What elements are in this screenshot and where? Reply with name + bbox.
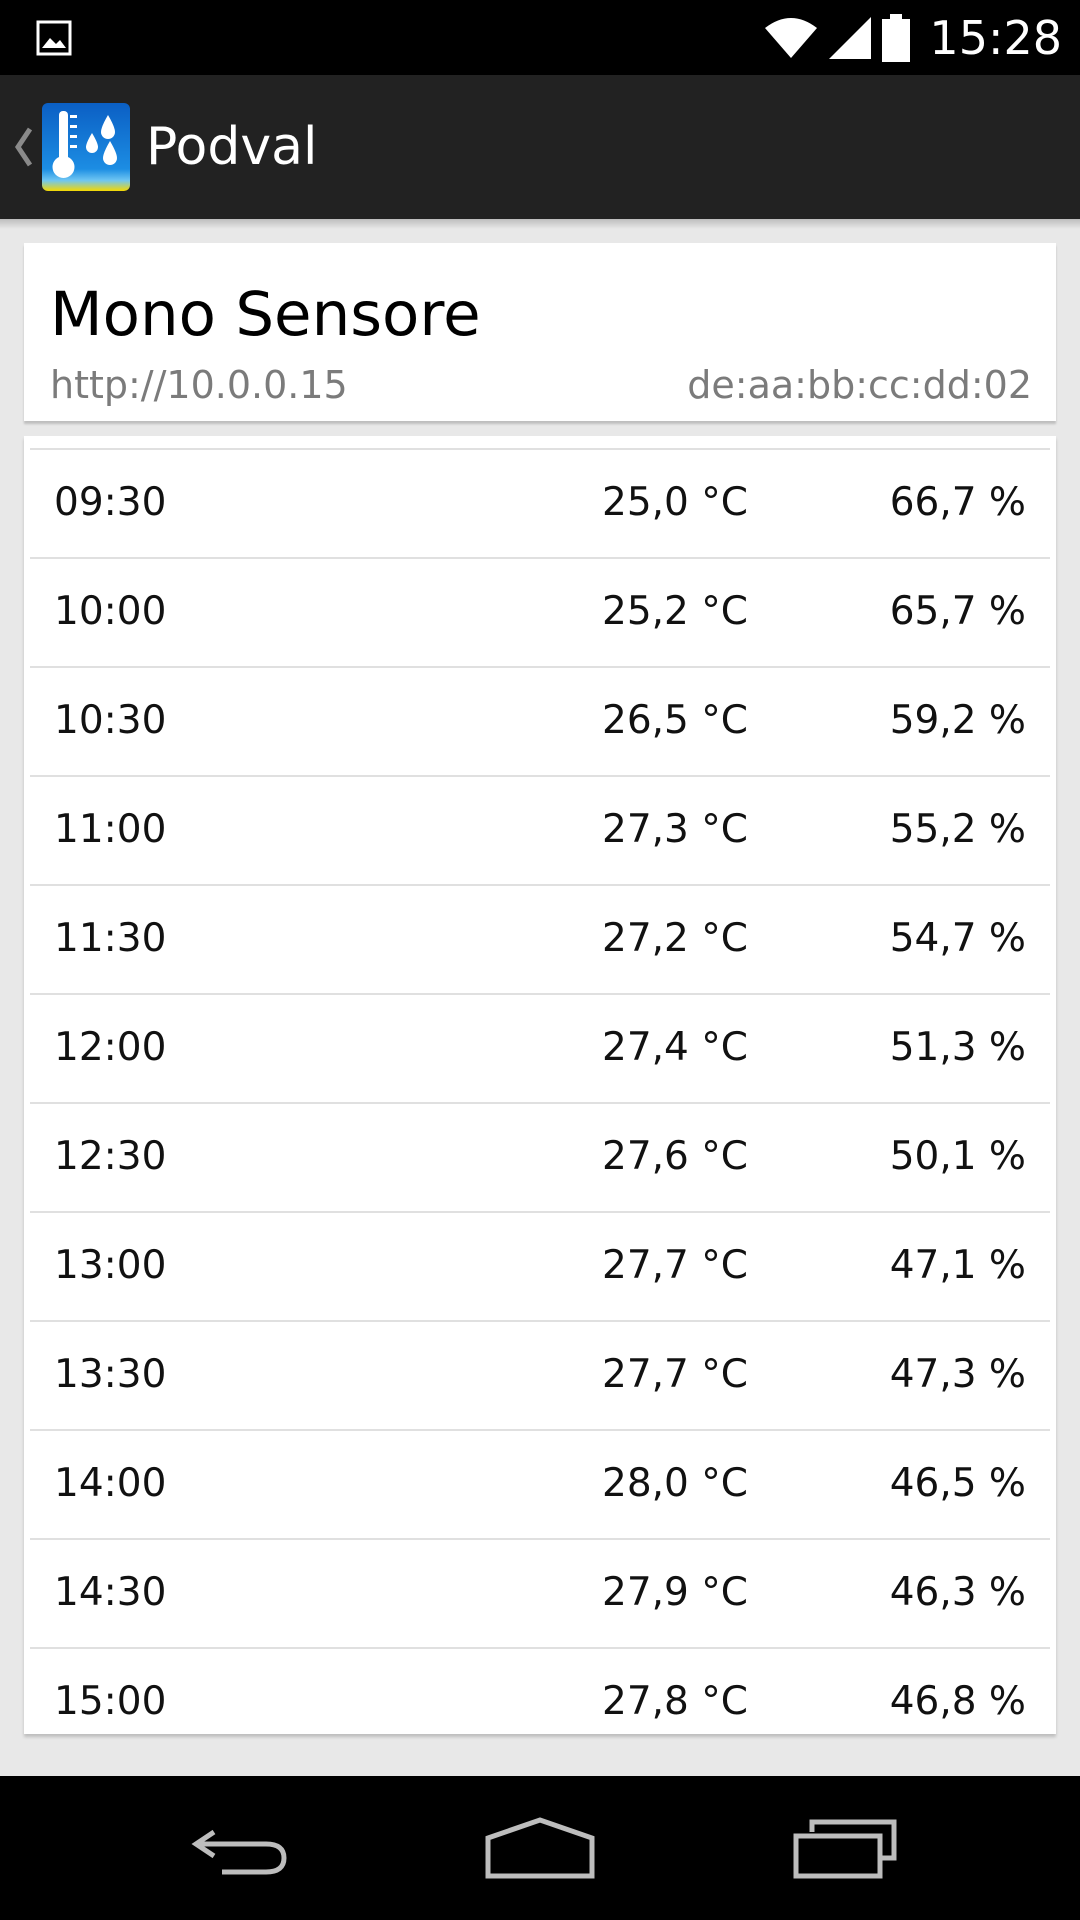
navigation-bar <box>0 1776 1080 1920</box>
sensor-url: http://10.0.0.15 <box>50 363 348 407</box>
reading-row[interactable]: 09:30 25,0 °C 66,7 % <box>30 450 1050 559</box>
reading-time: 14:00 <box>54 1461 167 1506</box>
reading-temperature: 25,2 °C <box>602 589 748 634</box>
reading-humidity: 46,8 % <box>889 1679 1026 1724</box>
reading-time: 14:30 <box>54 1570 167 1615</box>
up-navigation-button[interactable] <box>12 122 34 172</box>
back-icon <box>191 1829 287 1875</box>
reading-temperature: 27,8 °C <box>602 1679 748 1724</box>
chevron-left-icon <box>14 127 33 167</box>
reading-temperature: 25,0 °C <box>602 480 748 525</box>
reading-row[interactable]: 12:00 27,4 °C 51,3 % <box>30 995 1050 1104</box>
reading-time: 13:30 <box>54 1352 167 1397</box>
signal-icon <box>829 16 872 59</box>
reading-time: 12:00 <box>54 1025 167 1070</box>
recents-button[interactable] <box>774 1806 914 1890</box>
action-bar: Podval <box>0 75 1080 219</box>
readings-list[interactable]: 09:30 25,0 °C 66,7 % 10:00 25,2 °C 65,7 … <box>30 450 1050 1734</box>
sensor-mac-address: de:aa:bb:cc:dd:02 <box>687 363 1032 407</box>
reading-humidity: 46,5 % <box>889 1461 1026 1506</box>
reading-row[interactable]: 15:00 27,8 °C 46,8 % <box>30 1649 1050 1734</box>
recents-icon <box>793 1819 897 1879</box>
reading-humidity: 59,2 % <box>889 698 1026 743</box>
image-notification-icon <box>36 20 72 56</box>
sensor-name: Mono Sensore <box>50 279 481 350</box>
reading-temperature: 27,7 °C <box>602 1352 748 1397</box>
action-bar-shadow <box>0 219 1080 229</box>
reading-row[interactable]: 13:30 27,7 °C 47,3 % <box>30 1322 1050 1431</box>
status-icons: 15:28 <box>763 0 1062 75</box>
reading-row[interactable]: 13:00 27,7 °C 47,1 % <box>30 1213 1050 1322</box>
reading-humidity: 66,7 % <box>889 480 1026 525</box>
reading-temperature: 28,0 °C <box>602 1461 748 1506</box>
reading-temperature: 27,3 °C <box>602 807 748 852</box>
reading-temperature: 27,6 °C <box>602 1134 748 1179</box>
reading-humidity: 46,3 % <box>889 1570 1026 1615</box>
reading-humidity: 47,1 % <box>889 1243 1026 1288</box>
reading-time: 13:00 <box>54 1243 167 1288</box>
back-button[interactable] <box>170 1806 310 1890</box>
reading-temperature: 27,2 °C <box>602 916 748 961</box>
reading-time: 11:30 <box>54 916 167 961</box>
home-icon <box>485 1817 595 1879</box>
wifi-icon <box>765 17 818 58</box>
reading-time: 15:00 <box>54 1679 167 1724</box>
reading-time: 09:30 <box>54 480 167 525</box>
reading-temperature: 27,7 °C <box>602 1243 748 1288</box>
reading-time: 10:00 <box>54 589 167 634</box>
reading-temperature: 26,5 °C <box>602 698 748 743</box>
clock: 15:28 <box>929 10 1062 65</box>
reading-row[interactable]: 11:00 27,3 °C 55,2 % <box>30 777 1050 886</box>
reading-humidity: 50,1 % <box>889 1134 1026 1179</box>
reading-row[interactable]: 10:00 25,2 °C 65,7 % <box>30 559 1050 668</box>
reading-row[interactable]: 14:00 28,0 °C 46,5 % <box>30 1431 1050 1540</box>
home-button[interactable] <box>470 1806 610 1890</box>
reading-temperature: 27,9 °C <box>602 1570 748 1615</box>
reading-time: 11:00 <box>54 807 167 852</box>
reading-row[interactable]: 14:30 27,9 °C 46,3 % <box>30 1540 1050 1649</box>
reading-time: 12:30 <box>54 1134 167 1179</box>
reading-humidity: 51,3 % <box>889 1025 1026 1070</box>
reading-humidity: 54,7 % <box>889 916 1026 961</box>
sensor-header-card: Mono Sensore http://10.0.0.15 de:aa:bb:c… <box>24 243 1056 421</box>
reading-humidity: 55,2 % <box>889 807 1026 852</box>
page-title: Podval <box>146 117 318 177</box>
reading-row[interactable]: 11:30 27,2 °C 54,7 % <box>30 886 1050 995</box>
reading-row[interactable]: 10:30 26,5 °C 59,2 % <box>30 668 1050 777</box>
reading-temperature: 27,4 °C <box>602 1025 748 1070</box>
readings-list-card: 09:30 25,0 °C 66,7 % 10:00 25,2 °C 65,7 … <box>24 436 1056 1734</box>
reading-humidity: 65,7 % <box>889 589 1026 634</box>
battery-icon <box>882 13 911 62</box>
reading-humidity: 47,3 % <box>889 1352 1026 1397</box>
status-bar: 15:28 <box>0 0 1080 75</box>
reading-time: 10:30 <box>54 698 167 743</box>
thermometer-droplets-icon[interactable] <box>40 101 132 193</box>
reading-row[interactable]: 12:30 27,6 °C 50,1 % <box>30 1104 1050 1213</box>
